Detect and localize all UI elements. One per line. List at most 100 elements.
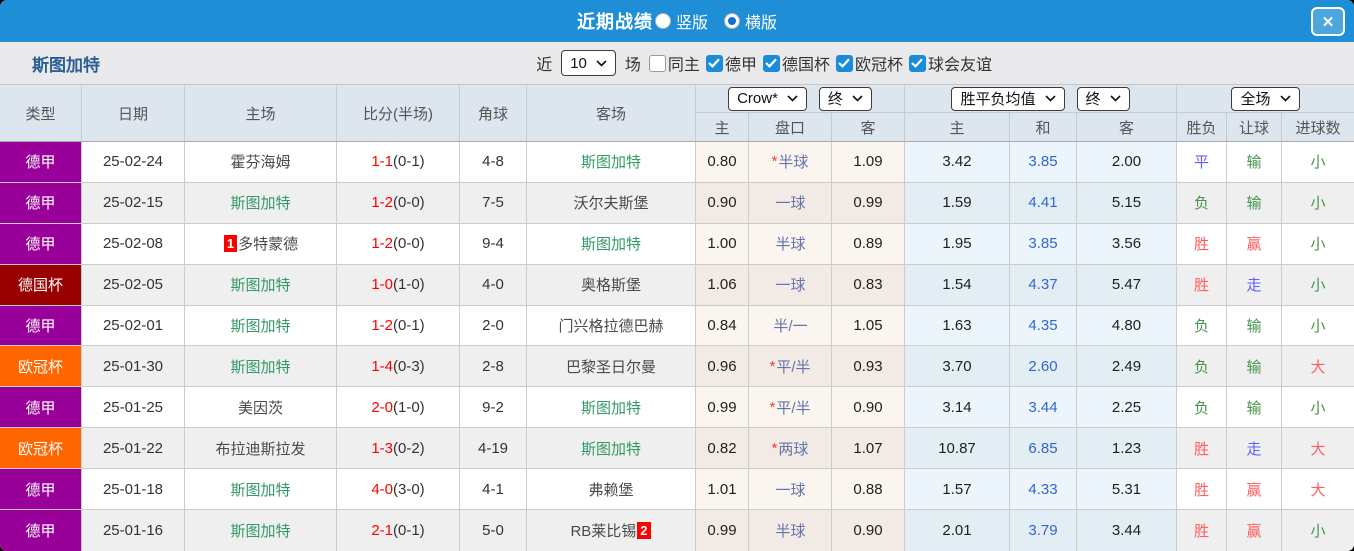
handicap-odds-away: 1.07 [832, 428, 905, 469]
avg-odds-home: 3.14 [905, 387, 1010, 428]
halftime-score: (0-0) [393, 235, 425, 253]
league-checkbox[interactable] [835, 54, 853, 72]
league-checkbox-label: 德甲 [724, 57, 757, 74]
check-icon [708, 58, 721, 68]
result-handicap: 走 [1227, 428, 1282, 469]
score-cell: 1-1 (0-1) [337, 142, 460, 182]
handicap-line-cell: 半球 [749, 223, 832, 264]
match-date: 25-02-08 [82, 223, 185, 264]
result-handicap: 输 [1227, 305, 1282, 346]
match-date: 25-01-18 [82, 469, 185, 510]
avg-select[interactable]: 胜平负均值 [951, 86, 1065, 111]
handicap-odds-away: 1.09 [832, 142, 905, 182]
result-goals: 小 [1310, 236, 1326, 254]
radio-dot-icon [659, 17, 667, 25]
recent-count-value: 10 [570, 54, 587, 72]
avg-odds-away: 2.25 [1077, 387, 1177, 428]
close-button[interactable]: ✕ [1311, 7, 1345, 36]
league-checkbox[interactable] [705, 54, 723, 72]
avg-odds-away: 5.31 [1077, 469, 1177, 510]
result-winlose: 负 [1177, 387, 1227, 428]
league-checkbox-label: 球会友谊 [927, 57, 992, 74]
view-radio-horizontal-label[interactable]: 横版 [745, 9, 777, 33]
handicap-odds-home: 0.80 [696, 142, 749, 182]
league-checkbox[interactable] [762, 54, 780, 72]
subcol-avg-away: 客 [1077, 113, 1177, 141]
result-winlose: 胜 [1177, 510, 1227, 551]
home-team: 斯图加特 [185, 469, 337, 510]
avg-odds-away: 3.44 [1077, 510, 1177, 551]
result-winlose: 负 [1177, 182, 1227, 223]
handicap-line: 平/半 [776, 399, 811, 417]
handicap-star-icon: * [771, 439, 778, 457]
score-cell: 1-2 (0-1) [337, 305, 460, 346]
table-row: 德甲 25-02-24 霍芬海姆 1-1 (0-1) 4-8 斯图加特 0.80 … [0, 142, 1354, 183]
handicap-odds-home: 0.99 [696, 387, 749, 428]
bookmaker-select[interactable]: Crow* [728, 86, 807, 111]
view-radio-vertical[interactable] [654, 13, 671, 29]
view-radio-horizontal[interactable] [724, 13, 740, 29]
halftime-score: (0-3) [393, 357, 425, 375]
table-body: 德甲 25-02-24 霍芬海姆 1-1 (0-1) 4-8 斯图加特 0.80 … [0, 142, 1354, 551]
score-cell: 1-2 (0-0) [337, 223, 460, 264]
away-team: 斯图加特 [527, 223, 696, 264]
avg-odds-away: 1.23 [1077, 428, 1177, 469]
corners: 9-2 [460, 387, 527, 428]
filter-bar: 斯图加特 近 10 场 同主 德甲 德国杯 欧冠杯 球会友谊 [0, 42, 1354, 85]
col-corners: 角球 [460, 85, 527, 141]
match-date: 25-01-16 [82, 510, 185, 551]
table-row: 德甲 25-01-25 美因茨 2-0 (1-0) 9-2 斯图加特 0.99 *… [0, 387, 1354, 429]
recent-label: 近 [536, 57, 553, 74]
radio-dot-icon [728, 17, 736, 25]
check-icon [838, 58, 851, 68]
halftime-score: (0-2) [393, 439, 425, 457]
away-team: 沃尔夫斯堡 [527, 182, 696, 223]
handicap-odds-away: 0.89 [832, 223, 905, 264]
col-date: 日期 [82, 85, 185, 141]
title-bar: 近期战绩 竖版 横版 ✕ [0, 0, 1354, 42]
home-team: 1 多特蒙德 [185, 223, 337, 264]
avg-odds-draw: 3.85 [1010, 223, 1077, 264]
result-goals: 小 [1310, 522, 1326, 540]
handicap-odds-away: 1.05 [832, 305, 905, 346]
away-team: 斯图加特 [527, 142, 696, 182]
avg-odds-away: 2.00 [1077, 142, 1177, 182]
handicap-line-cell: 一球 [749, 182, 832, 223]
result-goals: 小 [1310, 195, 1326, 213]
home-team: 布拉迪斯拉发 [185, 428, 337, 469]
scope-select-value: 全场 [1240, 91, 1271, 108]
recent-count-select[interactable]: 10 [561, 50, 616, 76]
result-handicap: 赢 [1227, 510, 1282, 551]
avg-time-select[interactable]: 终 [1076, 86, 1130, 111]
handicap-time-select[interactable]: 终 [818, 86, 872, 111]
subcol-avg-draw: 和 [1010, 113, 1077, 141]
league-badge: 德甲 [0, 387, 82, 428]
team-name: 斯图加特 [580, 236, 641, 254]
team-name: 斯图加特 [230, 522, 291, 540]
avg-odds-draw: 4.37 [1010, 264, 1077, 305]
handicap-odds-away: 0.93 [832, 346, 905, 387]
handicap-odds-home: 0.96 [696, 346, 749, 387]
league-checkbox[interactable] [908, 54, 926, 72]
result-winlose: 胜 [1177, 264, 1227, 305]
corners: 4-8 [460, 142, 527, 182]
handicap-line-cell: * 两球 [749, 428, 832, 469]
away-team: 门兴格拉德巴赫 [527, 305, 696, 346]
result-winlose: 胜 [1177, 223, 1227, 264]
avg-odds-away: 2.49 [1077, 346, 1177, 387]
fulltime-score: 2-1 [371, 521, 393, 539]
home-team: 霍芬海姆 [185, 142, 337, 182]
scope-select[interactable]: 全场 [1231, 86, 1300, 111]
league-badge: 德国杯 [0, 264, 82, 305]
same-home-checkbox[interactable] [648, 54, 666, 72]
subcol-winlose: 胜负 [1177, 113, 1227, 141]
result-group-header: 全场 [1177, 85, 1354, 113]
subcol-avg-home: 主 [905, 113, 1010, 141]
view-radio-vertical-label[interactable]: 竖版 [676, 9, 708, 33]
handicap-odds-home: 0.99 [696, 510, 749, 551]
team-name: 奥格斯堡 [580, 277, 641, 295]
handicap-odds-home: 1.06 [696, 264, 749, 305]
handicap-line-cell: * 半球 [749, 142, 832, 182]
team-name: 斯图加特 [230, 481, 291, 499]
result-winlose: 胜 [1177, 469, 1227, 510]
